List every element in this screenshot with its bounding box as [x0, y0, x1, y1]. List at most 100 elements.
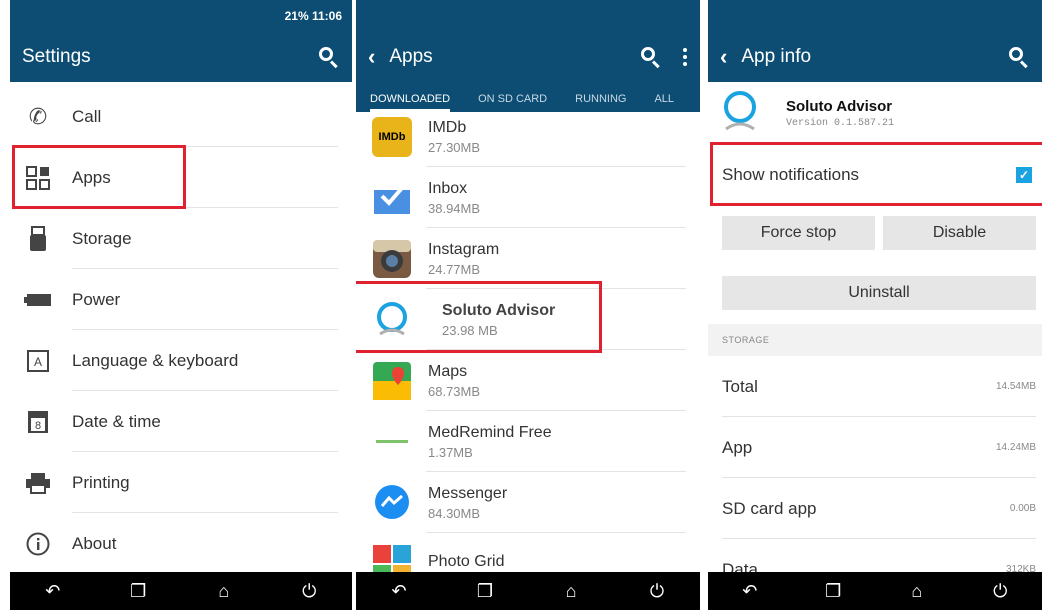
more-options-icon[interactable]: [682, 48, 688, 66]
svg-text:8: 8: [35, 420, 41, 432]
uninstall-row: Uninstall: [708, 276, 1042, 310]
storage-label: App: [722, 437, 753, 457]
imdb-app-icon: IMDb: [372, 116, 412, 157]
home-icon[interactable]: ⌂: [897, 581, 937, 602]
storage-value: 14.24MB: [995, 442, 1036, 453]
power-icon[interactable]: ⏻: [289, 581, 329, 602]
disable-button[interactable]: Disable: [883, 216, 1036, 250]
back-arrow-icon[interactable]: ‹: [368, 44, 375, 70]
calendar-icon: 8: [16, 410, 60, 434]
app-item-inbox[interactable]: Inbox 38.94MB: [356, 167, 700, 228]
app-name: Instagram: [428, 240, 500, 258]
recent-apps-icon[interactable]: ❐: [465, 581, 505, 602]
soluto-app-icon: [720, 89, 760, 138]
app-info-app-bar: ‹ App info: [708, 32, 1042, 82]
apps-highlight-box: [12, 145, 186, 209]
storage-value: 14.54MB: [995, 381, 1036, 392]
page-title: Apps: [389, 46, 433, 67]
navigation-bar: ↶ ❐ ⌂ ⏻: [708, 572, 1042, 610]
battery-icon: [16, 293, 60, 307]
storage-label: Total: [722, 376, 758, 396]
app-version: Version 0.1.587.21: [786, 117, 895, 129]
info-icon: [16, 532, 60, 556]
app-size: 38.94MB: [428, 200, 481, 216]
storage-row-total: Total 14.54MB: [708, 356, 1042, 417]
status-bar: 21% 11:06: [10, 0, 352, 32]
settings-item-label: Date & time: [72, 411, 161, 431]
settings-item-label: Power: [72, 289, 121, 309]
app-item-medremind[interactable]: MedRemind Free 1.37MB: [356, 411, 700, 472]
messenger-app-icon: [372, 483, 412, 523]
search-icon[interactable]: [1008, 46, 1030, 69]
settings-item-power[interactable]: Power: [10, 269, 352, 330]
settings-item-storage[interactable]: Storage: [10, 208, 352, 269]
settings-item-label: Language & keyboard: [72, 350, 239, 370]
app-size: 1.37MB: [428, 444, 473, 460]
app-size: 68.73MB: [428, 383, 481, 399]
app-item-maps[interactable]: Maps 68.73MB: [356, 350, 700, 411]
back-icon[interactable]: ↶: [730, 581, 770, 602]
notifications-highlight-box: [710, 142, 1042, 206]
settings-item-language[interactable]: A Language & keyboard: [10, 330, 352, 391]
app-item-messenger[interactable]: Messenger 84.30MB: [356, 472, 700, 533]
app-item-imdb[interactable]: IMDb IMDb 27.30MB: [356, 106, 700, 167]
action-buttons: Force stop Disable: [708, 216, 1042, 250]
apps-app-bar: ‹ Apps: [356, 32, 700, 82]
settings-app-bar: Settings: [10, 32, 352, 82]
app-name: Maps: [428, 362, 468, 380]
page-title: App info: [741, 46, 812, 67]
navigation-bar: ↶ ❐ ⌂ ⏻: [10, 572, 352, 610]
back-arrow-icon[interactable]: ‹: [720, 44, 727, 70]
home-icon[interactable]: ⌂: [551, 581, 591, 602]
app-name: MedRemind Free: [428, 423, 552, 441]
settings-item-about[interactable]: About: [10, 513, 352, 574]
storage-list: Total 14.54MB App 14.24MB SD card app 0.…: [708, 356, 1042, 600]
settings-item-label: Printing: [72, 472, 130, 492]
settings-item-date-time[interactable]: 8 Date & time: [10, 391, 352, 452]
settings-screen: 21% 11:06 Settings ✆ Call Apps Storage P…: [10, 0, 352, 610]
app-item-instagram[interactable]: Instagram 24.77MB: [356, 228, 700, 289]
settings-item-label: Call: [72, 106, 102, 126]
settings-item-printing[interactable]: Printing: [10, 452, 352, 513]
recent-apps-icon[interactable]: ❐: [813, 581, 853, 602]
app-info-screen: ‹ App info Soluto Advisor Version 0.1.58…: [708, 0, 1042, 610]
storage-value: 0.00B: [1009, 503, 1036, 514]
status-bar: [708, 0, 1042, 32]
app-size: 27.30MB: [428, 139, 481, 155]
soluto-highlight-box: [356, 281, 602, 353]
power-icon[interactable]: ⏻: [980, 581, 1020, 602]
status-bar: [356, 0, 700, 32]
home-icon[interactable]: ⌂: [204, 581, 244, 602]
force-stop-button[interactable]: Force stop: [722, 216, 875, 250]
navigation-bar: ↶ ❐ ⌂ ⏻: [356, 572, 700, 610]
storage-row-sd-card-app: SD card app 0.00B: [708, 478, 1042, 539]
uninstall-button[interactable]: Uninstall: [722, 276, 1036, 310]
power-icon[interactable]: ⏻: [637, 581, 677, 602]
search-icon[interactable]: [318, 46, 340, 69]
inbox-app-icon: [372, 178, 412, 218]
medremind-app-icon: [372, 422, 412, 462]
svg-text:A: A: [34, 355, 42, 369]
recent-apps-icon[interactable]: ❐: [118, 581, 158, 602]
settings-item-label: About: [72, 533, 117, 553]
maps-app-icon: [372, 361, 412, 401]
instagram-app-icon: [372, 239, 412, 279]
app-header: Soluto Advisor Version 0.1.587.21: [708, 82, 1042, 144]
back-icon[interactable]: ↶: [379, 581, 419, 602]
keyboard-icon: A: [16, 349, 60, 372]
page-title: Settings: [22, 46, 91, 67]
storage-label: SD card app: [722, 498, 817, 518]
app-name: Soluto Advisor: [786, 97, 893, 115]
storage-row-app: App 14.24MB: [708, 417, 1042, 478]
app-name: Photo Grid: [428, 553, 505, 570]
settings-item-call[interactable]: ✆ Call: [10, 86, 352, 147]
printer-icon: [16, 472, 60, 494]
app-name: Inbox: [428, 179, 468, 197]
phone-icon: ✆: [28, 103, 48, 129]
app-name: Messenger: [428, 484, 508, 502]
back-icon[interactable]: ↶: [33, 581, 73, 602]
settings-item-label: Storage: [72, 228, 132, 248]
search-icon[interactable]: [640, 46, 662, 69]
app-size: 84.30MB: [428, 505, 481, 521]
usb-storage-icon: [16, 225, 60, 252]
